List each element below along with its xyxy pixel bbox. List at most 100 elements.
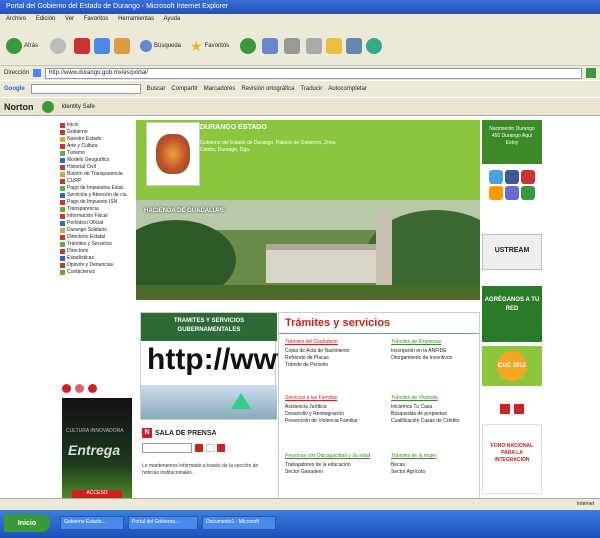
nav-item[interactable]: Modelo Geográfico bbox=[60, 157, 132, 164]
ustream-banner[interactable]: USTREAM bbox=[482, 234, 542, 270]
prev-arrow-icon[interactable] bbox=[500, 404, 510, 414]
dot-icon[interactable] bbox=[75, 384, 84, 393]
favorites-button[interactable]: ★ Favoritos bbox=[190, 36, 229, 56]
section-heading[interactable]: Trámites del Ciudadano bbox=[285, 339, 385, 346]
section-link[interactable]: Becas bbox=[391, 462, 479, 469]
mail-button[interactable] bbox=[262, 36, 278, 56]
next-arrow-icon[interactable] bbox=[514, 404, 524, 414]
discuss-button[interactable] bbox=[346, 36, 362, 56]
sala-go-button[interactable] bbox=[217, 444, 225, 452]
start-button[interactable]: Inicio bbox=[4, 514, 50, 532]
section-link[interactable]: Trabajadores de la educación bbox=[285, 462, 389, 469]
refresh-button[interactable] bbox=[94, 36, 110, 56]
back-button[interactable]: Atrás bbox=[6, 36, 38, 56]
section-link[interactable]: Sector Ganadero bbox=[285, 469, 389, 476]
menu-herramientas[interactable]: Herramientas bbox=[118, 16, 154, 22]
delicious-icon[interactable] bbox=[521, 186, 535, 200]
nav-item[interactable]: Historial Civil bbox=[60, 164, 132, 171]
taskbar-item[interactable]: Portal del Gobierno... bbox=[128, 516, 198, 530]
google-search-button[interactable]: Buscar bbox=[147, 86, 166, 92]
nav-item[interactable]: Servicios y Atención de ciu. bbox=[60, 192, 132, 199]
promo-banner[interactable]: CULTURA INNOVADORA Entrega ACCESO bbox=[62, 398, 132, 508]
promo-access-button[interactable]: ACCESO bbox=[72, 490, 122, 498]
section-link[interactable]: Sector Agrícola bbox=[391, 469, 479, 476]
edit-button[interactable] bbox=[306, 36, 322, 56]
home-button[interactable] bbox=[114, 36, 130, 56]
youtube-icon[interactable] bbox=[521, 170, 535, 184]
nav-item[interactable]: CURP bbox=[60, 178, 132, 185]
menu-archivo[interactable]: Archivo bbox=[6, 16, 26, 22]
nav-item[interactable]: Información Fiscal bbox=[60, 213, 132, 220]
section-link[interactable]: Asistencia Jurídica bbox=[285, 404, 385, 411]
google-item-share[interactable]: Compartir bbox=[171, 86, 197, 92]
norton-identity-safe[interactable]: Identity Safe bbox=[62, 104, 95, 110]
google-item-translate[interactable]: Traducir bbox=[300, 86, 322, 92]
search-button[interactable]: Búsqueda bbox=[140, 36, 181, 56]
section-link[interactable]: Refrendo de Placas bbox=[285, 355, 385, 362]
nav-item[interactable]: Arte y Cultura bbox=[60, 143, 132, 150]
nav-item[interactable]: Turismo bbox=[60, 150, 132, 157]
menu-favoritos[interactable]: Favoritos bbox=[84, 16, 109, 22]
nav-item[interactable]: Directorio bbox=[60, 248, 132, 255]
section-link[interactable]: Iniciemos Tu Casa bbox=[391, 404, 479, 411]
section-heading[interactable]: Trámites de Vivienda bbox=[391, 395, 479, 402]
google-item-spell[interactable]: Revisión ortográfica bbox=[241, 86, 294, 92]
twitter-icon[interactable] bbox=[489, 170, 503, 184]
section-link[interactable]: Otorgamiento de Incentivos bbox=[391, 355, 479, 362]
sala-search-input[interactable] bbox=[142, 443, 192, 453]
nav-item[interactable]: Nuestro Estado bbox=[60, 136, 132, 143]
flickr-icon[interactable] bbox=[505, 186, 519, 200]
print-button[interactable] bbox=[284, 36, 300, 56]
section-link[interactable]: Desarrollo y Reintegración bbox=[285, 411, 385, 418]
dot-icon[interactable] bbox=[88, 384, 97, 393]
history-button[interactable] bbox=[240, 36, 256, 56]
section-heading[interactable]: Servicios a las Familias bbox=[285, 395, 385, 402]
section-link[interactable]: Cualificación Casas de Crédito bbox=[391, 418, 479, 425]
taskbar-item[interactable]: Gobierno Estado... bbox=[60, 516, 124, 530]
menu-ayuda[interactable]: Ayuda bbox=[163, 16, 180, 22]
messenger-button[interactable] bbox=[366, 36, 382, 56]
nav-item[interactable]: Boletín de Transparencia bbox=[60, 171, 132, 178]
section-link[interactable]: Inscripción en la ANFIDE bbox=[391, 348, 479, 355]
nav-item[interactable]: Durango Solidario bbox=[60, 227, 132, 234]
facebook-icon[interactable] bbox=[505, 170, 519, 184]
nav-item[interactable]: Inicio bbox=[60, 122, 132, 129]
address-input[interactable]: http://www.durango.gob.mx/es/portal/ bbox=[45, 67, 582, 79]
section-link[interactable]: Copia de Acta de Nacimiento bbox=[285, 348, 385, 355]
section-link[interactable]: Prevención de Violencia Familiar bbox=[285, 418, 385, 425]
folder-button[interactable] bbox=[326, 36, 342, 56]
nav-item[interactable]: Pago de Impuestos Estat. bbox=[60, 185, 132, 192]
nav-item[interactable]: Gobierno bbox=[60, 129, 132, 136]
google-item-autofill[interactable]: Autocompletar bbox=[328, 86, 367, 92]
nav-item[interactable]: Transparencia bbox=[60, 206, 132, 213]
menu-edicion[interactable]: Edición bbox=[36, 16, 56, 22]
right-top-banner[interactable]: Nacimiento Durango 450 Durango Aquí Esto… bbox=[482, 120, 542, 164]
cuc-banner[interactable]: CUC 2011 bbox=[482, 346, 542, 386]
section-link[interactable]: Trámite de Pensión bbox=[285, 362, 385, 369]
nav-item[interactable]: Periódico Oficial bbox=[60, 220, 132, 227]
nav-item[interactable]: Pago de Impuesto ISN bbox=[60, 199, 132, 206]
sala-search-button[interactable] bbox=[195, 444, 203, 452]
nav-item[interactable]: Opinión y Denuncias bbox=[60, 262, 132, 269]
forward-button[interactable] bbox=[50, 36, 66, 56]
agreganos-banner[interactable]: AGRÉGANOS A TU RED bbox=[482, 286, 542, 342]
stop-button[interactable] bbox=[74, 36, 90, 56]
google-search-box[interactable] bbox=[30, 84, 141, 94]
nav-item[interactable]: Trámites y Servicios bbox=[60, 241, 132, 248]
foro-banner[interactable]: FORO NACIONAL PARA LA INTEGRACIÓN bbox=[482, 424, 542, 494]
dot-icon[interactable] bbox=[62, 384, 71, 393]
nav-item[interactable]: Estadísticas bbox=[60, 255, 132, 262]
tramites-banner[interactable]: TRAMITES Y SERVICIOS GUBERNAMENTALES htt… bbox=[140, 312, 300, 420]
menu-ver[interactable]: Ver bbox=[65, 16, 74, 22]
taskbar-item[interactable]: Documento1 - Microsoft bbox=[202, 516, 276, 530]
norton-check-icon[interactable] bbox=[41, 100, 54, 113]
rss-icon[interactable] bbox=[489, 186, 503, 200]
sala-calendar-icon[interactable] bbox=[206, 444, 214, 452]
section-heading[interactable]: Trámites de la mujer bbox=[391, 453, 479, 460]
go-icon[interactable] bbox=[586, 68, 596, 78]
nav-item[interactable]: Directorio Estatal bbox=[60, 234, 132, 241]
section-heading[interactable]: Personas con Discapacidad y 3a edad bbox=[285, 453, 389, 460]
google-item-bookmarks[interactable]: Marcadores bbox=[204, 86, 236, 92]
section-link[interactable]: Búsquedas de propiedad bbox=[391, 411, 479, 418]
section-heading[interactable]: Trámites de Empresas bbox=[391, 339, 479, 346]
